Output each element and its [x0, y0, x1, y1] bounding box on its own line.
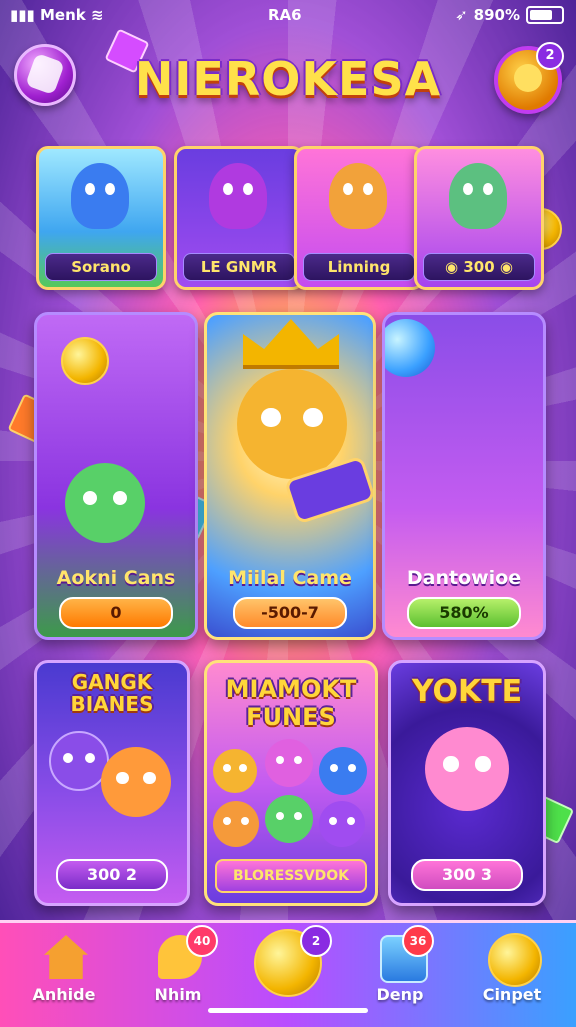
nav-label: Denp [376, 985, 424, 1004]
ticket-icon: ◉ [445, 258, 459, 276]
card-title: MIAMOKT FUNES [225, 675, 357, 731]
top-card-3[interactable]: Linning [294, 146, 424, 290]
card-value: 300 [463, 258, 495, 276]
middle-card-1[interactable]: Aokni Cans 0 [34, 312, 198, 640]
card-value-pill: 300 2 [56, 859, 168, 891]
profile-button[interactable]: 2 [494, 42, 564, 114]
top-card-1[interactable]: Sorano [36, 146, 166, 290]
purple-character [209, 163, 267, 229]
game-title: NIEROKESA [134, 52, 442, 106]
carrier-name: ▮▮▮ Menk ≋ [10, 6, 104, 24]
card-label: Miilal Came [228, 567, 352, 589]
avatar [514, 64, 542, 92]
nav-badge: 2 [300, 925, 332, 957]
green-monster-character [65, 463, 145, 543]
home-indicator [208, 1008, 368, 1013]
gem-menu-button[interactable] [14, 44, 76, 106]
card-value-pill: -500-7 [233, 597, 347, 629]
pink-bear-character [425, 727, 509, 811]
card-label: Linning [303, 253, 415, 281]
trophy-icon [488, 933, 542, 987]
card-value-banner: BLORESSVDOK [215, 859, 367, 893]
card-art [297, 149, 421, 251]
bottom-card-1[interactable]: GANGK BIANES 300 2 [34, 660, 190, 906]
card-value-pill: 300 3 [411, 859, 523, 891]
violet-critter [319, 801, 365, 847]
card-art [39, 149, 163, 251]
card-label: Sorano [45, 253, 157, 281]
status-bar: ▮▮▮ Menk ≋ RA6 ➶ 890% [0, 0, 576, 30]
card-art [177, 149, 301, 251]
crown-icon [243, 319, 339, 369]
nav-label: Cinpet [482, 985, 542, 1004]
green-character [449, 163, 507, 229]
nav-item-trophy[interactable]: Cinpet [462, 931, 562, 1021]
card-value-pill: 0 [59, 597, 173, 629]
pink-critter [265, 739, 313, 787]
status-time: RA6 [268, 6, 302, 24]
card-label: Dantowioe [406, 567, 522, 589]
gem-icon [25, 52, 65, 96]
battery-percent: 890% [473, 6, 520, 24]
middle-card-3[interactable]: Dantowioe 580% [382, 312, 546, 640]
card-label: Aokni Cans [56, 567, 176, 589]
card-art [417, 149, 541, 251]
ticket-icon: ◉ [499, 258, 513, 276]
bottom-card-3[interactable]: YOKTE 300 3 [388, 660, 546, 906]
card-title: GANGK BIANES [70, 670, 154, 716]
golden-bear-character [237, 369, 347, 479]
status-right: ➶ 890% [455, 6, 564, 24]
orange-cat-character [101, 747, 171, 817]
nav-label: Anhide [32, 985, 96, 1004]
profile-badge: 2 [536, 42, 564, 70]
location-icon: ➶ [455, 6, 468, 24]
top-card-2[interactable]: LE GNMR [174, 146, 304, 290]
battery-icon [526, 6, 564, 24]
green-critter [265, 795, 313, 843]
middle-card-2[interactable]: Miilal Came -500-7 [204, 312, 376, 640]
nav-badge: 36 [402, 925, 434, 957]
blue-bear-character [71, 163, 129, 229]
card-value-pill: 580% [407, 597, 521, 629]
nav-label: Nhim [154, 985, 202, 1004]
card-title: YOKTE [411, 674, 523, 709]
yellow-critter [213, 749, 257, 793]
bottom-card-2[interactable]: MIAMOKT FUNES BLORESSVDOK [204, 660, 378, 906]
orange-character [329, 163, 387, 229]
nav-item-home[interactable]: Anhide [14, 931, 114, 1021]
card-label: ◉ 300 ◉ [423, 253, 535, 281]
orange-critter [213, 801, 259, 847]
home-icon [44, 935, 88, 979]
blue-gem-icon [385, 319, 435, 377]
coin-decoration [61, 337, 109, 385]
nav-badge: 40 [186, 925, 218, 957]
top-card-4[interactable]: ◉ 300 ◉ [414, 146, 544, 290]
card-label: LE GNMR [183, 253, 295, 281]
purple-monster-character [49, 731, 109, 791]
blue-critter [319, 747, 367, 795]
